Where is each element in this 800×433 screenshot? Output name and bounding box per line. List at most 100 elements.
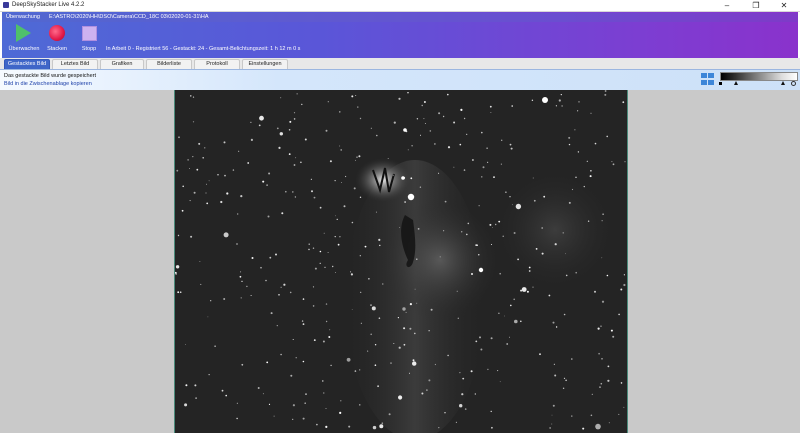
stop-icon	[82, 26, 97, 41]
copy-to-clipboard-link[interactable]: Bild in die Zwischenablage kopieren	[4, 81, 92, 87]
star	[583, 185, 585, 188]
tab-stacked-image[interactable]: Gestacktes Bild	[4, 59, 50, 69]
star	[414, 288, 416, 290]
star	[339, 236, 341, 238]
star	[304, 402, 306, 405]
star	[466, 133, 468, 135]
play-icon	[16, 24, 31, 42]
star	[240, 195, 243, 198]
star	[181, 209, 184, 212]
star	[206, 183, 207, 185]
app-icon	[3, 2, 9, 8]
tab-settings[interactable]: Einstellungen	[242, 59, 288, 69]
star	[358, 155, 361, 158]
star	[416, 118, 419, 120]
star	[250, 295, 252, 296]
star	[324, 266, 326, 268]
star	[293, 112, 296, 114]
star	[486, 147, 488, 149]
status-text: In Arbeit 0 - Registriert 56 - Gestackt:…	[106, 46, 301, 52]
star	[438, 112, 441, 115]
star	[490, 410, 492, 413]
black-point-marker[interactable]	[719, 82, 722, 85]
star	[541, 227, 544, 229]
star	[481, 131, 483, 134]
star	[192, 96, 195, 98]
star	[292, 418, 294, 420]
midtone-marker[interactable]	[734, 81, 738, 85]
star	[382, 283, 384, 285]
tab-last-image[interactable]: Letztes Bild	[52, 59, 98, 69]
star	[498, 220, 501, 223]
star	[190, 235, 193, 238]
monitor-button[interactable]: Überwachen	[6, 22, 42, 54]
reset-circle-icon[interactable]	[791, 81, 796, 86]
star	[198, 142, 201, 145]
star	[283, 283, 286, 286]
monitor-label: Überwachung	[6, 14, 40, 20]
four-corners-icon[interactable]	[701, 73, 715, 86]
star	[312, 286, 315, 288]
star	[293, 164, 296, 166]
star	[563, 313, 566, 316]
star	[194, 384, 197, 387]
star	[528, 270, 531, 272]
star	[246, 285, 248, 288]
stacked-image[interactable]	[174, 90, 628, 433]
tab-graphs[interactable]: Grafiken	[100, 59, 144, 69]
saved-message: Das gestackte Bild wurde gespeichert	[4, 73, 97, 79]
maximize-button[interactable]: ❐	[742, 0, 770, 11]
star	[622, 101, 625, 104]
star	[447, 354, 449, 357]
star	[247, 162, 250, 164]
white-point-marker[interactable]	[781, 81, 785, 85]
nebula-image	[175, 90, 627, 433]
star	[410, 177, 413, 180]
star	[594, 290, 596, 293]
star	[459, 143, 462, 146]
star	[531, 99, 534, 101]
tab-log[interactable]: Protokoll	[194, 59, 240, 69]
star	[487, 368, 489, 371]
star	[308, 248, 310, 251]
minimize-button[interactable]: –	[713, 0, 741, 11]
star	[453, 166, 455, 168]
star	[541, 252, 544, 255]
star	[345, 175, 347, 178]
star	[339, 411, 342, 414]
star	[607, 365, 610, 368]
star	[601, 300, 605, 303]
star	[374, 364, 377, 367]
star	[185, 344, 186, 345]
histogram-gradient[interactable]	[720, 72, 798, 81]
monitor-strip: Überwachung E:\ASTRO\2020\HH\DSO\Camera\…	[2, 13, 798, 22]
star	[499, 272, 502, 275]
star	[533, 199, 536, 202]
monitor-path[interactable]: E:\ASTRO\2020\HH\DSO\Camera\CCD_18C 03\0…	[49, 14, 209, 20]
star	[601, 358, 603, 360]
star	[601, 220, 603, 222]
star	[543, 195, 546, 198]
star	[314, 267, 317, 270]
star	[606, 135, 608, 138]
star	[304, 138, 307, 141]
stack-button[interactable]: Stacken	[39, 22, 75, 54]
star	[374, 344, 377, 346]
star	[526, 290, 529, 293]
star	[329, 329, 331, 331]
title-bar: DeepSkyStacker Live 4.2.2 – ❐ ✕	[0, 0, 800, 12]
star	[492, 227, 493, 228]
star	[453, 121, 456, 124]
tab-image-list[interactable]: Bilderliste	[146, 59, 192, 69]
star	[328, 336, 331, 338]
star	[182, 185, 184, 188]
star	[461, 393, 464, 396]
star	[398, 97, 401, 100]
star	[577, 110, 579, 112]
close-button[interactable]: ✕	[770, 0, 798, 11]
stop-button[interactable]: Stopp	[71, 22, 107, 54]
star	[275, 253, 277, 256]
star	[379, 244, 381, 247]
star	[359, 404, 361, 406]
star	[262, 180, 265, 183]
